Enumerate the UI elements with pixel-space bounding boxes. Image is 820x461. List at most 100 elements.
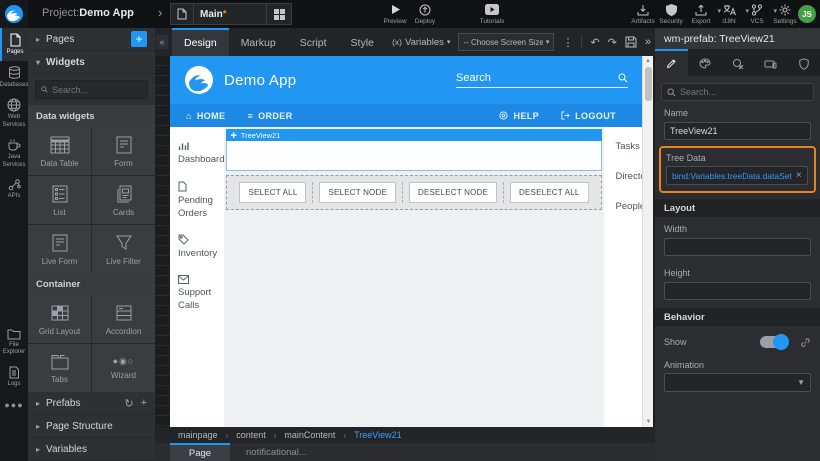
more-options-icon[interactable]: ●●● (0, 392, 28, 418)
breadcrumb-maincontent[interactable]: mainContent (284, 430, 335, 440)
widget-tile-live-form[interactable]: Live Form (28, 225, 91, 273)
right-nav-directory[interactable]: Directory (616, 171, 642, 182)
breadcrumb-treeview21[interactable]: TreeView21 (354, 430, 402, 440)
pencil-icon (666, 58, 677, 69)
properties-search-input[interactable] (680, 87, 800, 97)
settings-button[interactable]: Settings ▾ (768, 3, 802, 25)
select-node-button[interactable]: SELECT NODE (319, 182, 396, 203)
shield-outline-icon (799, 58, 809, 70)
widget-tile-wizard[interactable]: ●◉○ Wizard (92, 344, 155, 392)
rail-item-web-services[interactable]: Web Services (0, 93, 28, 133)
redo-icon[interactable]: ↷ (608, 36, 617, 49)
clear-binding-icon[interactable]: × (796, 170, 802, 181)
right-nav-tasks[interactable]: Tasks (616, 141, 642, 152)
nav-help[interactable]: HELP (499, 111, 539, 121)
grid-layout-icon (50, 303, 70, 323)
tab-design[interactable]: Design (172, 28, 229, 56)
tab-properties[interactable] (655, 49, 688, 76)
properties-search[interactable] (661, 83, 814, 101)
rail-item-apis[interactable]: APIs (0, 173, 28, 205)
tutorials-button[interactable]: Tutorials (475, 3, 509, 25)
side-nav-inventory[interactable]: Inventory (178, 234, 224, 261)
app-search[interactable]: Search (456, 72, 628, 88)
treeview-widget[interactable]: ✚ TreeView21 (226, 129, 601, 171)
scrollbar-thumb[interactable] (645, 67, 652, 101)
tab-devices[interactable] (754, 49, 787, 76)
right-nav-people[interactable]: People (616, 201, 642, 212)
undo-icon[interactable]: ↶ (590, 36, 599, 49)
screen-size-select[interactable]: -- Choose Screen Size -- ▾ (458, 33, 554, 51)
deploy-button[interactable]: Deploy (408, 3, 442, 25)
tree-data-input[interactable]: bind:Variables.treeData.dataSet × (666, 166, 808, 185)
pages-section-header[interactable]: ▸ Pages + (28, 28, 155, 51)
prefabs-section-header[interactable]: ▸ Prefabs ↻ + (28, 392, 155, 415)
nav-home[interactable]: ⌂HOME (186, 111, 225, 121)
scroll-up-icon[interactable]: ▲ (643, 56, 653, 66)
tab-markup[interactable]: Markup (229, 28, 288, 56)
width-input[interactable] (664, 238, 811, 256)
live-filter-icon (114, 233, 134, 253)
widgets-section-header[interactable]: ▾ Widgets (28, 51, 155, 74)
rail-item-pages[interactable]: Pages (0, 28, 28, 61)
refresh-icon[interactable]: ↻ (124, 397, 133, 410)
tab-style[interactable]: Style (339, 28, 386, 56)
page-structure-section-header[interactable]: ▸ Page Structure (28, 415, 155, 438)
canvas-scrollbar[interactable]: ▲ ▼ (642, 56, 653, 427)
rail-item-file-explorer[interactable]: File Explorer (0, 323, 28, 361)
notification-text[interactable]: notificational... (246, 447, 307, 458)
treeview-body[interactable] (226, 141, 601, 171)
widget-search-input[interactable] (52, 85, 142, 95)
tab-security[interactable] (787, 49, 820, 76)
deselect-node-button[interactable]: DESELECT NODE (409, 182, 497, 203)
rail-item-databases[interactable]: Databases (0, 61, 28, 94)
add-prefab-icon[interactable]: + (141, 397, 147, 409)
tab-script[interactable]: Script (288, 28, 339, 56)
save-icon[interactable] (625, 36, 637, 48)
tab-styles[interactable] (688, 49, 721, 76)
help-icon (499, 111, 508, 120)
bind-link-icon[interactable] (800, 337, 811, 348)
name-input[interactable] (664, 122, 811, 140)
show-toggle[interactable] (760, 336, 788, 348)
widget-search[interactable] (35, 80, 148, 99)
page-grid-icon[interactable] (267, 9, 291, 20)
breadcrumb-mainpage[interactable]: mainpage (178, 430, 218, 440)
select-all-button[interactable]: SELECT ALL (239, 182, 306, 203)
widget-tile-live-filter[interactable]: Live Filter (92, 225, 155, 273)
nav-logout[interactable]: LOGOUT (561, 111, 616, 121)
variables-button[interactable]: (x) Variables ▾ (392, 37, 450, 48)
collapse-panel-button[interactable]: « (156, 35, 168, 49)
treeview-selection-label[interactable]: ✚ TreeView21 (226, 129, 601, 141)
tab-events[interactable] (721, 49, 754, 76)
widget-tile-grid-layout[interactable]: Grid Layout (28, 295, 91, 343)
side-nav-support-calls[interactable]: Support Calls (178, 275, 224, 313)
widget-tile-form[interactable]: Form (92, 127, 155, 175)
page-tab[interactable]: Page (170, 443, 230, 461)
side-nav-dashboard[interactable]: Dashboard (178, 141, 224, 167)
side-nav-pending-orders[interactable]: Pending Orders (178, 181, 224, 221)
breadcrumb-content[interactable]: content (236, 430, 266, 440)
widget-tile-list[interactable]: List (28, 176, 91, 224)
scroll-down-icon[interactable]: ▼ (643, 417, 654, 427)
user-avatar[interactable]: JS (798, 5, 816, 23)
widget-tile-cards[interactable]: Cards (92, 176, 155, 224)
rail-item-java-services[interactable]: Java Services (0, 133, 28, 173)
deselect-all-button[interactable]: DESELECT ALL (510, 182, 589, 203)
height-input[interactable] (664, 282, 811, 300)
variables-section-header[interactable]: ▸ Variables (28, 438, 155, 461)
expand-right-icon[interactable]: » (645, 36, 651, 48)
wavemaker-logo[interactable] (0, 0, 28, 28)
preview-button[interactable]: Preview (378, 3, 412, 25)
widget-tile-accordion[interactable]: Accordion (92, 295, 155, 343)
kebab-menu-icon[interactable]: ⋮ (562, 36, 573, 49)
nav-order[interactable]: ≡ORDER (247, 111, 292, 121)
add-page-button[interactable]: + (131, 31, 147, 47)
widget-tile-tabs[interactable]: Tabs (28, 344, 91, 392)
rail-item-logs[interactable]: Logs (0, 361, 28, 393)
page-selector[interactable]: Main* (170, 3, 292, 25)
widget-tile-data-table[interactable]: Data Table (28, 127, 91, 175)
animation-select[interactable]: ▼ (664, 373, 811, 392)
security-button[interactable]: Security (654, 3, 688, 25)
properties-panel: wm-prefab: TreeView21 Name Tree Data bin… (655, 28, 820, 461)
tree-data-highlight: Tree Data bind:Variables.treeData.dataSe… (659, 146, 816, 193)
